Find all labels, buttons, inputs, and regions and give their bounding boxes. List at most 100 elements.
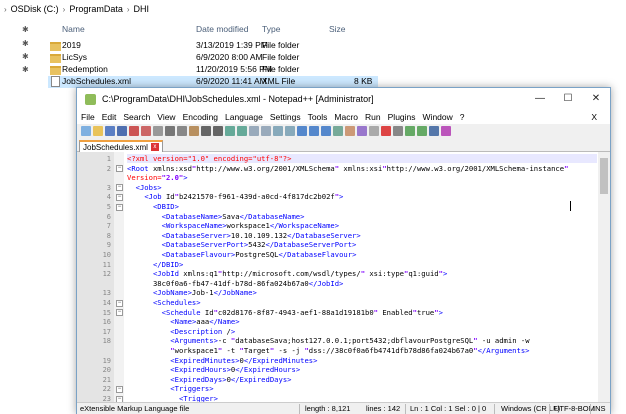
zoom-in-icon[interactable] xyxy=(249,126,259,136)
spell-check-icon[interactable] xyxy=(441,126,451,136)
open-file-icon[interactable] xyxy=(93,126,103,136)
fold-toggle[interactable]: − xyxy=(116,184,123,192)
menu-help[interactable]: ? xyxy=(460,112,465,122)
code-line: <DBID> xyxy=(152,202,179,211)
code-editor[interactable]: 1 <?xml version="1.0" encoding="utf-8"?> 2… xyxy=(77,152,610,402)
menu-macro[interactable]: Macro xyxy=(334,112,358,122)
menu-settings[interactable]: Settings xyxy=(270,112,301,122)
find-icon[interactable] xyxy=(225,126,235,136)
save-macro-icon[interactable] xyxy=(429,126,439,136)
breadcrumb-item[interactable]: DHI xyxy=(134,4,150,14)
paste-icon[interactable] xyxy=(189,126,199,136)
new-file-icon[interactable] xyxy=(81,126,91,136)
file-size: 8 KB xyxy=(354,76,373,86)
redo-icon[interactable] xyxy=(213,126,223,136)
breadcrumb[interactable]: › OSDisk (C:) › ProgramData › DHI xyxy=(0,0,626,18)
maximize-button[interactable]: ☐ xyxy=(554,88,582,110)
status-encoding: UTF-8-BOM xyxy=(554,404,595,413)
sync-vertical-icon[interactable] xyxy=(273,126,283,136)
word-wrap-icon[interactable] xyxy=(297,126,307,136)
close-icon[interactable] xyxy=(129,126,139,136)
menu-edit[interactable]: Edit xyxy=(102,112,117,122)
code-line: <Schedules> xyxy=(152,298,201,307)
status-divider xyxy=(299,404,300,414)
function-list-icon[interactable] xyxy=(357,126,367,136)
pin-icon[interactable]: ✱ xyxy=(22,25,29,34)
menu-window[interactable]: Window xyxy=(423,112,453,122)
code-line: <Triggers> xyxy=(170,384,214,394)
tab-close-button[interactable]: x xyxy=(150,143,159,151)
column-date-modified[interactable]: Date modified xyxy=(196,24,248,34)
fold-toggle[interactable]: − xyxy=(116,309,123,317)
file-row[interactable]: LicSys 6/9/2020 8:00 AM File folder xyxy=(48,52,378,64)
stop-macro-icon[interactable] xyxy=(393,126,403,136)
cut-icon[interactable] xyxy=(165,126,175,136)
breadcrumb-item[interactable]: OSDisk (C:) xyxy=(11,4,59,14)
record-macro-icon[interactable] xyxy=(381,126,391,136)
code-line: </DBID> xyxy=(152,259,184,269)
breadcrumb-item[interactable]: ProgramData xyxy=(69,4,123,14)
menu-search[interactable]: Search xyxy=(123,112,150,122)
zoom-out-icon[interactable] xyxy=(261,126,271,136)
line-number: 13 xyxy=(102,289,111,298)
fold-toggle[interactable]: − xyxy=(116,165,123,173)
file-name: JobSchedules.xml xyxy=(62,76,131,86)
tab-jobschedules[interactable]: JobSchedules.xml x xyxy=(79,140,163,152)
print-icon[interactable] xyxy=(153,126,163,136)
replace-icon[interactable] xyxy=(237,126,247,136)
tab-bar: JobSchedules.xml x xyxy=(77,139,610,152)
show-all-chars-icon[interactable] xyxy=(309,126,319,136)
line-number: 19 xyxy=(102,356,111,365)
fold-toggle[interactable]: − xyxy=(116,299,123,307)
close-button[interactable]: ✕ xyxy=(582,88,610,110)
play-macro-icon[interactable] xyxy=(405,126,415,136)
undo-icon[interactable] xyxy=(201,126,211,136)
menu-language[interactable]: Language xyxy=(225,112,263,122)
status-divider xyxy=(494,404,495,414)
vertical-scrollbar[interactable] xyxy=(598,152,610,402)
column-type[interactable]: Type xyxy=(262,24,280,34)
folder-workspace-icon[interactable] xyxy=(369,126,379,136)
line-number: 18 xyxy=(102,337,111,346)
minimize-button[interactable]: — xyxy=(526,88,554,110)
code-line: <ExpiredDays>0</ExpiredDays> xyxy=(170,374,292,384)
close-all-icon[interactable] xyxy=(141,126,151,136)
title-bar[interactable]: C:\ProgramData\DHI\JobSchedules.xml - No… xyxy=(77,88,610,110)
chevron-right-icon: › xyxy=(4,4,7,14)
save-icon[interactable] xyxy=(105,126,115,136)
pin-icon[interactable]: ✱ xyxy=(22,65,29,74)
menu-encoding[interactable]: Encoding xyxy=(183,112,218,122)
copy-icon[interactable] xyxy=(177,126,187,136)
column-size[interactable]: Size xyxy=(329,24,346,34)
save-all-icon[interactable] xyxy=(117,126,127,136)
file-type: XML File xyxy=(262,76,296,86)
run-macro-multiple-icon[interactable] xyxy=(417,126,427,136)
sync-horizontal-icon[interactable] xyxy=(285,126,295,136)
code-line: <Root xmlns:xsd"http://www.w3.org/2001/X… xyxy=(127,163,569,173)
fold-toggle[interactable]: − xyxy=(116,193,123,201)
status-bar: eXtensible Markup Language file length :… xyxy=(77,402,610,414)
code-line: <Job Id"b2421570-f961-439d-a0cd-4f817dc2… xyxy=(144,192,344,202)
menu-run[interactable]: Run xyxy=(365,112,381,122)
line-number: 2 xyxy=(106,164,111,173)
pin-icon[interactable]: ✱ xyxy=(22,52,29,61)
pin-icon[interactable]: ✱ xyxy=(22,39,29,48)
doc-map-icon[interactable] xyxy=(345,126,355,136)
close-document-button[interactable]: X xyxy=(591,112,597,122)
menu-view[interactable]: View xyxy=(157,112,175,122)
scrollbar-thumb[interactable] xyxy=(600,158,608,194)
fold-toggle[interactable]: − xyxy=(116,385,123,393)
fold-toggle[interactable]: − xyxy=(116,203,123,211)
menu-tools[interactable]: Tools xyxy=(308,112,328,122)
file-row[interactable]: 2019 3/13/2019 1:39 PM File folder xyxy=(48,40,378,52)
line-number: 5 xyxy=(106,203,111,211)
indent-guide-icon[interactable] xyxy=(321,126,331,136)
menu-bar: File Edit Search View Encoding Language … xyxy=(77,110,610,124)
udl-icon[interactable] xyxy=(333,126,343,136)
file-date: 6/9/2020 11:41 AM xyxy=(196,76,267,86)
column-name[interactable]: Name xyxy=(62,24,85,34)
menu-file[interactable]: File xyxy=(81,112,95,122)
menu-plugins[interactable]: Plugins xyxy=(388,112,416,122)
status-position: Ln : 1 Col : 1 Sel : 0 | 0 xyxy=(410,404,487,413)
file-row[interactable]: Redemption 11/20/2019 5:56 PM File folde… xyxy=(48,64,378,76)
